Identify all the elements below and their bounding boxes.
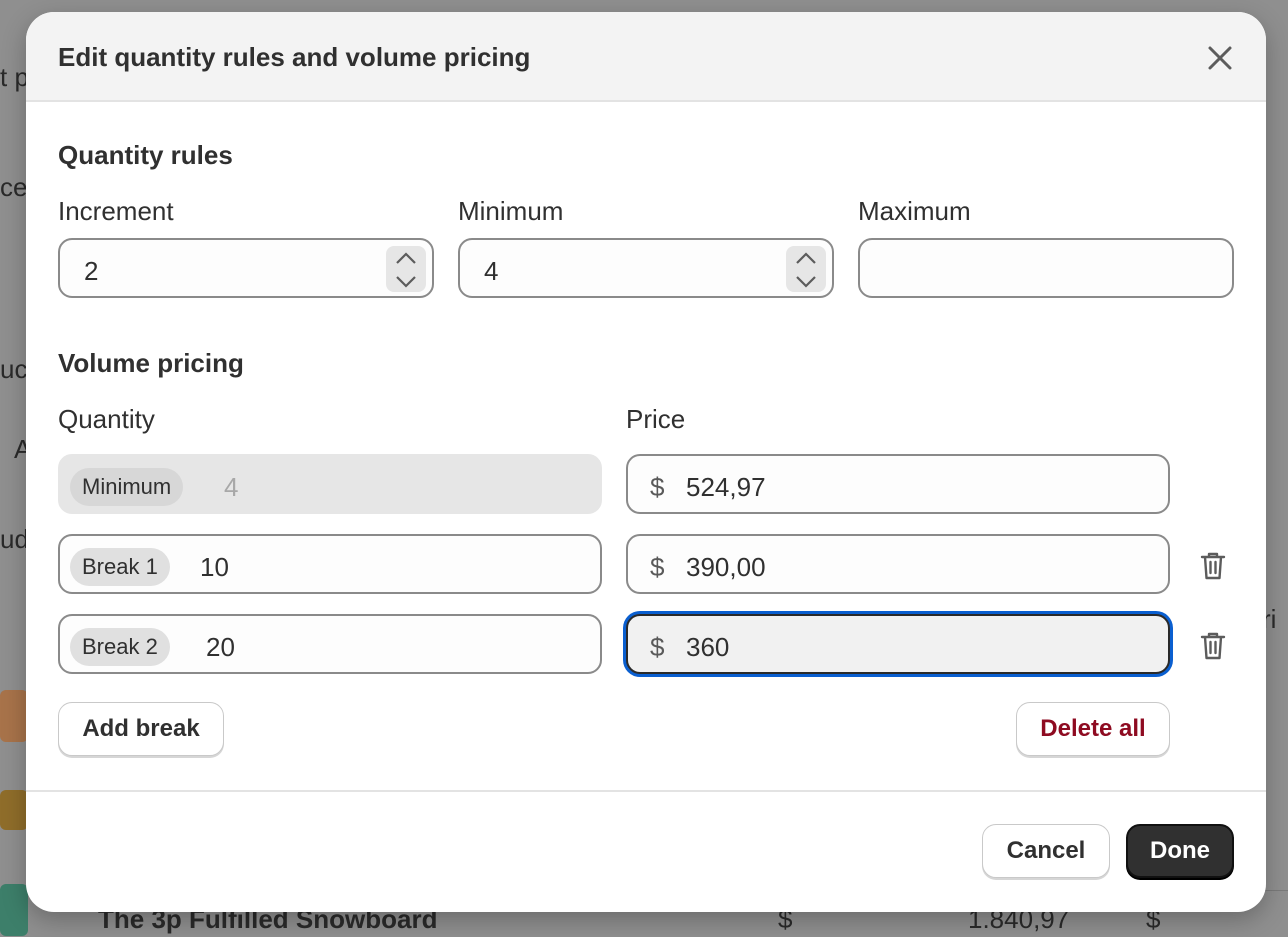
cancel-button[interactable]: Cancel — [982, 824, 1110, 878]
add-break-button[interactable]: Add break — [58, 702, 224, 756]
price-column-header: Price — [626, 404, 686, 434]
background-fragment: uc — [0, 354, 28, 384]
minimum-label: Minimum — [458, 196, 564, 226]
delete-all-button[interactable]: Delete all — [1016, 702, 1170, 756]
footer-divider — [26, 790, 1266, 792]
quantity-column-header: Quantity — [58, 404, 155, 434]
increment-stepper[interactable] — [386, 246, 426, 292]
background-fragment: ce — [0, 172, 28, 202]
currency-symbol: $ — [650, 472, 665, 502]
chevron-down-icon[interactable] — [394, 272, 418, 290]
product-thumbnail — [0, 790, 28, 830]
tier-price: 524,97 — [686, 472, 766, 502]
maximum-label: Maximum — [858, 196, 971, 226]
tier-price: 390,00 — [686, 552, 766, 582]
increment-value: 2 — [84, 256, 99, 286]
tier-quantity: 4 — [224, 472, 239, 502]
tier-pill-break-2: Break 2 — [70, 628, 170, 666]
modal-header: Edit quantity rules and volume pricing — [26, 12, 1266, 102]
tier-price: 360 — [686, 632, 730, 662]
minimum-value: 4 — [484, 256, 499, 286]
chevron-up-icon[interactable] — [394, 250, 418, 268]
chevron-up-icon[interactable] — [794, 250, 818, 268]
break-1-price-field[interactable]: $ 390,00 — [626, 534, 1170, 594]
delete-break-2-button[interactable] — [1198, 630, 1228, 662]
increment-label: Increment — [58, 196, 174, 226]
minimum-field[interactable]: 4 — [458, 238, 834, 298]
chevron-down-icon[interactable] — [794, 272, 818, 290]
close-button[interactable] — [1200, 38, 1240, 78]
increment-field[interactable]: 2 — [58, 238, 434, 298]
tier-pill-break-1: Break 1 — [70, 548, 170, 586]
tier-quantity: 10 — [200, 552, 229, 582]
maximum-field[interactable] — [858, 238, 1234, 298]
minimum-price-field[interactable]: $ 524,97 — [626, 454, 1170, 514]
trash-icon — [1200, 632, 1226, 660]
break-2-price-field[interactable]: $ 360 — [626, 614, 1170, 674]
background-fragment: t p — [0, 62, 29, 92]
trash-icon — [1200, 552, 1226, 580]
currency-symbol: $ — [650, 552, 665, 582]
volume-pricing-heading: Volume pricing — [58, 348, 244, 378]
close-icon — [1208, 46, 1232, 70]
minimum-quantity-field: Minimum 4 — [58, 454, 602, 514]
volume-pricing-modal: Edit quantity rules and volume pricing Q… — [26, 12, 1266, 912]
break-2-quantity-field[interactable]: Break 2 20 — [58, 614, 602, 674]
tier-pill-minimum: Minimum — [70, 468, 184, 506]
break-1-quantity-field[interactable]: Break 1 10 — [58, 534, 602, 594]
quantity-rules-heading: Quantity rules — [58, 140, 233, 170]
product-thumbnail — [0, 690, 28, 742]
delete-break-1-button[interactable] — [1198, 550, 1228, 582]
currency-symbol: $ — [650, 632, 665, 662]
tier-quantity: 20 — [206, 632, 235, 662]
product-thumbnail — [0, 884, 28, 936]
minimum-stepper[interactable] — [786, 246, 826, 292]
modal-title: Edit quantity rules and volume pricing — [58, 42, 531, 72]
done-button[interactable]: Done — [1126, 824, 1234, 878]
